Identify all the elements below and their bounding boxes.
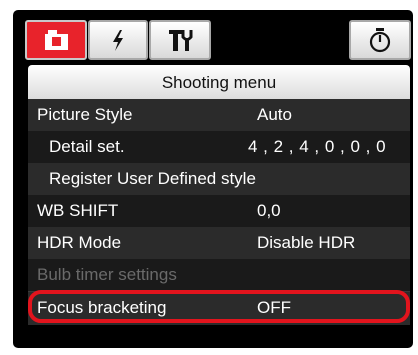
- camera-settings-panel: Shooting menu Picture Style Auto Detail …: [13, 10, 413, 348]
- tab-flash[interactable]: [88, 20, 148, 60]
- menu-header: Shooting menu: [28, 65, 410, 99]
- tab-timer[interactable]: [349, 20, 411, 60]
- tab-tools[interactable]: [149, 20, 211, 60]
- menu-item-label: Detail set.: [49, 137, 125, 156]
- tab-shooting[interactable]: [25, 20, 87, 60]
- menu-item-label: HDR Mode: [37, 233, 122, 252]
- menu-item-label: Focus bracketing: [37, 298, 167, 317]
- menu-item-label: WB SHIFT: [37, 201, 119, 220]
- menu-item-hdr-mode[interactable]: HDR Mode Disable HDR: [28, 227, 410, 259]
- menu-item-value: 0,0: [257, 201, 281, 220]
- menu-item-register-user-defined-style[interactable]: Register User Defined style: [28, 163, 410, 195]
- menu-item-detail-set[interactable]: Detail set. 4 , 2 , 4 , 0 , 0 , 0: [28, 131, 410, 163]
- menu-item-label: Register User Defined style: [49, 169, 256, 188]
- menu-item-value: Disable HDR: [257, 233, 356, 252]
- flash-icon: [113, 30, 123, 51]
- menu-item-picture-style[interactable]: Picture Style Auto: [28, 99, 410, 131]
- menu-item-wb-shift[interactable]: WB SHIFT 0,0: [28, 195, 410, 227]
- menu-item-focus-bracketing[interactable]: Focus bracketing OFF: [28, 291, 410, 325]
- tools-icon: [169, 30, 193, 51]
- menu-item-value: 4 , 2 , 4 , 0 , 0 , 0: [248, 137, 387, 156]
- menu-item-label: Bulb timer settings: [37, 265, 177, 284]
- menu-item-bulb-timer-settings: Bulb timer settings: [28, 259, 410, 291]
- menu-item-value: Auto: [257, 105, 292, 124]
- menu-item-value: OFF: [257, 298, 291, 317]
- menu-item-label: Picture Style: [37, 105, 133, 124]
- menu-title: Shooting menu: [161, 73, 277, 92]
- timer-icon: [369, 28, 391, 53]
- camera-icon: [45, 30, 68, 50]
